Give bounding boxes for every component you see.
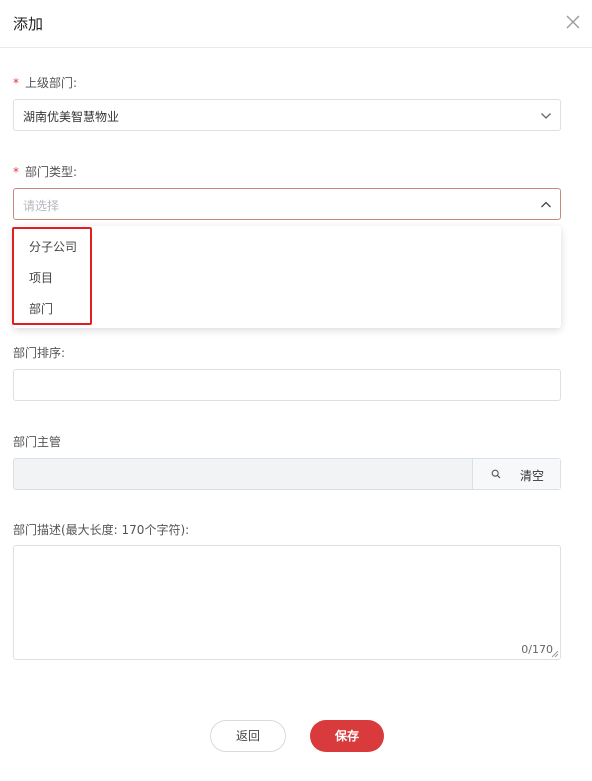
dropdown-option[interactable]: 部门	[29, 300, 53, 317]
dropdown-option[interactable]: 分子公司	[29, 238, 77, 255]
chevron-down-icon	[541, 113, 551, 119]
parent-dept-select[interactable]: 湖南优美智慧物业	[13, 99, 561, 131]
dept-type-placeholder: 请选择	[23, 199, 60, 213]
search-icon	[491, 469, 501, 479]
dropdown-option[interactable]: 项目	[29, 269, 53, 286]
dept-type-select[interactable]: 请选择	[13, 188, 561, 220]
char-counter: 0/170	[521, 643, 553, 656]
resize-handle-icon[interactable]	[551, 650, 559, 658]
clear-button[interactable]: 清空	[472, 459, 560, 489]
dialog-title: 添加	[13, 15, 44, 33]
dept-desc-textarea[interactable]: 0/170	[13, 545, 561, 660]
parent-dept-label: * 上级部门:	[13, 74, 77, 91]
dept-desc-label: 部门描述(最大长度: 170个字符):	[13, 523, 190, 537]
dept-manager-label: 部门主管	[13, 435, 62, 449]
chevron-up-icon	[541, 201, 551, 208]
dept-type-label-text: 部门类型:	[25, 165, 78, 179]
dept-order-label: 部门排序:	[13, 346, 66, 360]
dept-manager-field: 清空	[13, 458, 561, 490]
dept-type-label: * 部门类型:	[13, 163, 77, 180]
parent-dept-value: 湖南优美智慧物业	[23, 110, 120, 124]
close-icon[interactable]	[565, 14, 581, 30]
required-mark: *	[13, 165, 19, 179]
dialog-header: 添加	[0, 0, 592, 48]
back-button[interactable]: 返回	[210, 720, 286, 752]
required-mark: *	[13, 76, 19, 90]
dept-type-dropdown: 分子公司 项目 部门	[13, 226, 561, 328]
save-button[interactable]: 保存	[310, 720, 384, 752]
clear-button-label: 清空	[520, 469, 545, 483]
dept-order-input[interactable]	[13, 369, 561, 401]
parent-dept-label-text: 上级部门:	[25, 76, 78, 90]
